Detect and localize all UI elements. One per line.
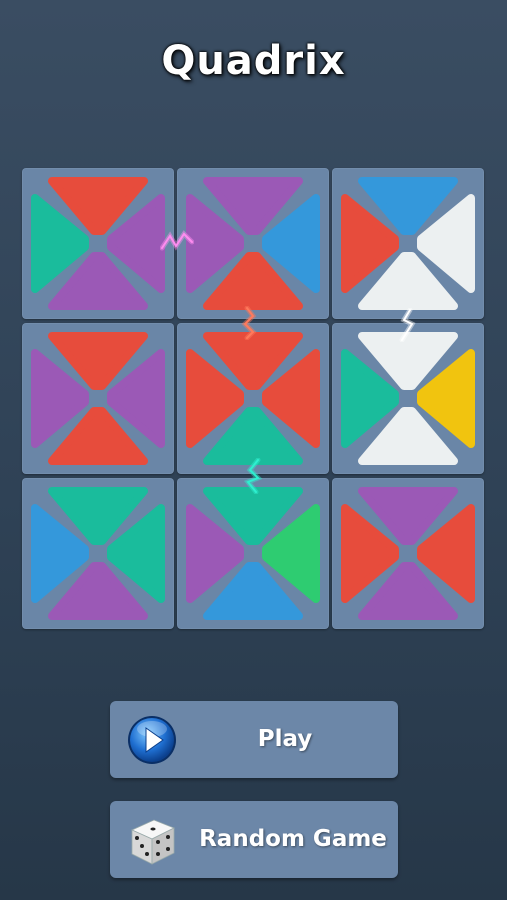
tile-1-0[interactable]: [22, 323, 174, 474]
lightning-spark-icon: [399, 308, 416, 342]
game-title: Quadrix: [161, 38, 346, 84]
tile-1-1[interactable]: [177, 323, 329, 474]
tile-2-2[interactable]: [332, 478, 484, 629]
tile-0-0[interactable]: [22, 168, 174, 319]
random-game-button[interactable]: Random Game: [110, 801, 398, 878]
play-button[interactable]: Play: [110, 701, 398, 778]
lightning-spark-icon: [241, 306, 257, 340]
tile-0-1[interactable]: [177, 168, 329, 319]
tile-2-0[interactable]: [22, 478, 174, 629]
lightning-spark-icon: [244, 458, 263, 494]
game-board: [22, 168, 486, 630]
tile-2-1[interactable]: [177, 478, 329, 629]
dice-icon: [124, 812, 180, 872]
play-button-label: Play: [257, 726, 313, 752]
lightning-spark-icon: [160, 230, 194, 251]
tile-0-2[interactable]: [332, 168, 484, 319]
random-game-button-label: Random Game: [199, 826, 387, 852]
play-icon: [126, 714, 178, 770]
tile-1-2[interactable]: [332, 323, 484, 474]
